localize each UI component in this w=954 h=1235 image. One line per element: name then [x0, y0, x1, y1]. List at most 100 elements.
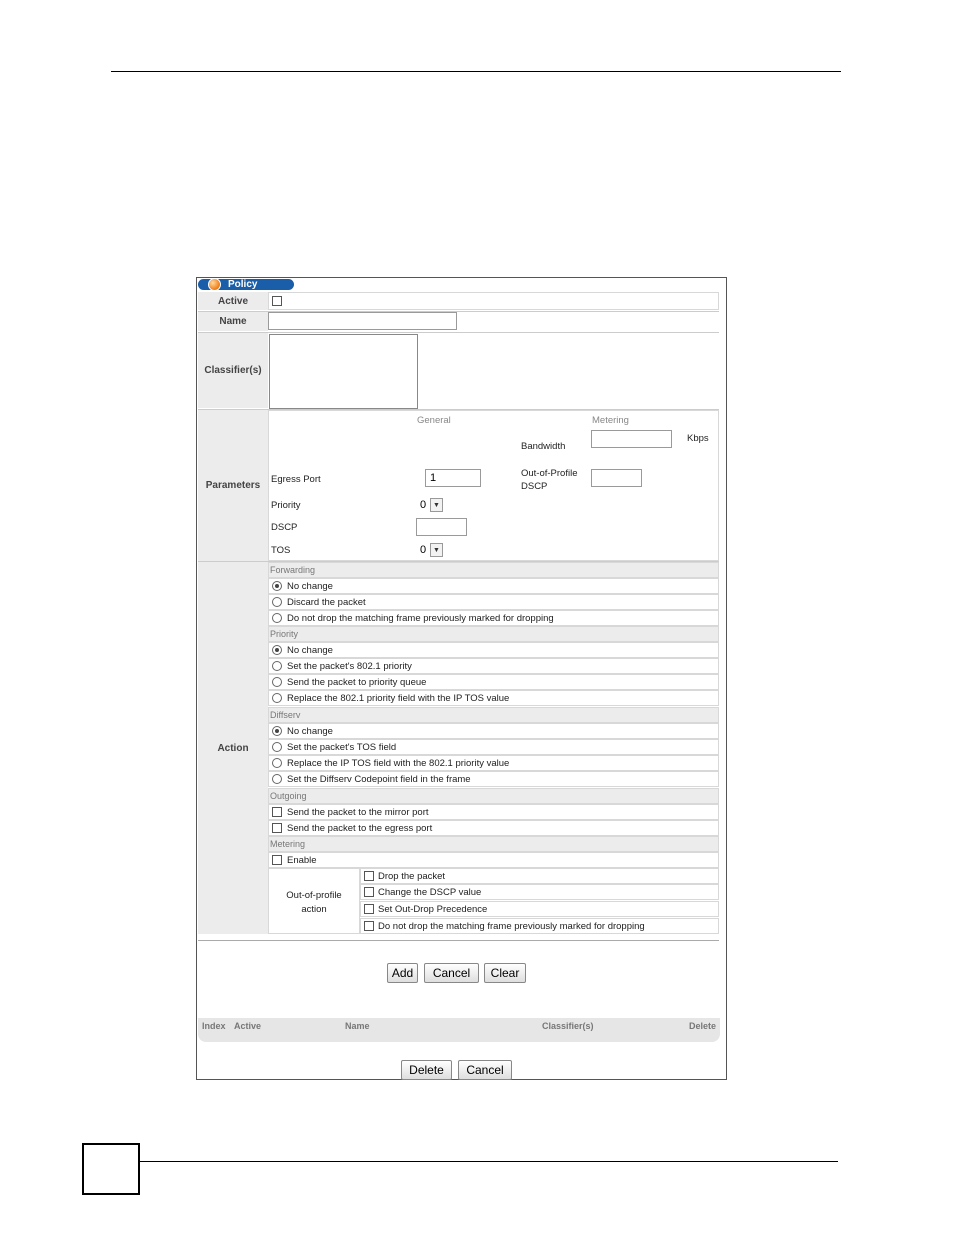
option-label: Drop the packet [378, 871, 446, 882]
option-label: Change the DSCP value [378, 887, 482, 898]
active-label: Active [198, 292, 268, 310]
page-footer-rule [140, 1161, 838, 1162]
forwarding-option-discard[interactable]: Discard the packet [268, 594, 719, 610]
policy-panel: Policy Active Name Classifier(s) Paramet… [196, 277, 727, 1080]
divider [198, 940, 719, 941]
delete-button[interactable]: Delete [401, 1060, 452, 1080]
priority-label: Priority [271, 500, 301, 511]
metering-enable-row[interactable]: Enable [268, 852, 719, 868]
oop-option-do-not-drop[interactable]: Do not drop the matching frame previousl… [360, 918, 719, 934]
orb-icon [208, 278, 221, 291]
col-index: Index [202, 1021, 226, 1031]
oop-action-label-line2: action [301, 904, 327, 915]
oop-dscp-input[interactable] [591, 469, 642, 487]
radio-icon[interactable] [272, 613, 282, 623]
priority-option-replace-tos[interactable]: Replace the 802.1 priority field with th… [268, 690, 719, 706]
egress-port-input[interactable] [425, 469, 481, 487]
diffserv-group-header: Diffserv [268, 707, 719, 723]
option-label: No change [287, 645, 333, 656]
classifiers-listbox[interactable] [269, 334, 418, 409]
diffserv-option-no-change[interactable]: No change [268, 723, 719, 739]
metering-enable-checkbox[interactable] [272, 855, 282, 865]
checkbox[interactable] [272, 807, 282, 817]
forwarding-option-do-not-drop[interactable]: Do not drop the matching frame previousl… [268, 610, 719, 626]
col-name: Name [345, 1021, 370, 1031]
option-label: Enable [287, 855, 317, 866]
bandwidth-label: Bandwidth [521, 441, 566, 452]
priority-option-set-8021[interactable]: Set the packet's 802.1 priority [268, 658, 719, 674]
priority-group-header: Priority [268, 626, 719, 642]
tos-select[interactable]: 0 ▼ [417, 542, 445, 559]
option-label: No change [287, 581, 333, 592]
tos-select-value: 0 [420, 544, 427, 556]
diffserv-option-set-codepoint[interactable]: Set the Diffserv Codepoint field in the … [268, 771, 719, 787]
col-delete: Delete [689, 1021, 717, 1031]
cancel-button[interactable]: Cancel [424, 963, 479, 983]
parameters-label: Parameters [198, 410, 268, 561]
radio-selected-icon[interactable] [272, 581, 282, 591]
option-label: Send the packet to priority queue [287, 677, 427, 688]
col-classifiers: Classifier(s) [542, 1021, 594, 1031]
radio-icon[interactable] [272, 677, 282, 687]
checkbox[interactable] [364, 887, 374, 897]
chevron-down-icon: ▼ [430, 543, 443, 557]
radio-icon[interactable] [272, 693, 282, 703]
oop-option-drop[interactable]: Drop the packet [360, 868, 719, 884]
option-label: Set the packet's TOS field [287, 742, 397, 753]
radio-selected-icon[interactable] [272, 726, 282, 736]
dscp-label: DSCP [271, 522, 298, 533]
classifiers-label: Classifier(s) [198, 333, 268, 408]
priority-select-value: 0 [420, 499, 427, 511]
oop-option-change-dscp[interactable]: Change the DSCP value [360, 884, 719, 900]
priority-select[interactable]: 0 ▼ [417, 497, 445, 514]
checkbox[interactable] [364, 904, 374, 914]
option-label: Send the packet to the egress port [287, 823, 433, 834]
radio-selected-icon[interactable] [272, 645, 282, 655]
egress-port-label: Egress Port [271, 474, 321, 485]
radio-icon[interactable] [272, 742, 282, 752]
page-header-rule [111, 71, 841, 72]
bandwidth-input[interactable] [591, 430, 672, 448]
radio-icon[interactable] [272, 597, 282, 607]
name-input[interactable] [268, 312, 457, 330]
panel-title-tab: Policy [198, 278, 294, 291]
add-button[interactable]: Add [387, 963, 418, 983]
divider [198, 332, 719, 333]
forwarding-option-no-change[interactable]: No change [268, 578, 719, 594]
general-header: General [417, 415, 451, 426]
outgoing-option-mirror[interactable]: Send the packet to the mirror port [268, 804, 719, 820]
active-checkbox[interactable] [272, 296, 282, 306]
oop-option-out-drop[interactable]: Set Out-Drop Precedence [360, 901, 719, 917]
oop-dscp-label-line1: Out-of-Profile [521, 468, 578, 479]
priority-header-label: Priority [270, 629, 299, 639]
col-active: Active [234, 1021, 262, 1031]
page-number-box [82, 1143, 140, 1195]
cancel-list-button[interactable]: Cancel [458, 1060, 512, 1080]
name-cell [268, 312, 719, 331]
option-label: Do not drop the matching frame previousl… [378, 921, 645, 932]
metering-header: Metering [592, 415, 629, 426]
oop-dscp-label-line2: DSCP [521, 481, 548, 492]
forwarding-group-header: Forwarding [268, 562, 719, 578]
option-label: Discard the packet [287, 597, 366, 608]
outgoing-option-egress[interactable]: Send the packet to the egress port [268, 820, 719, 836]
radio-icon[interactable] [272, 661, 282, 671]
option-label: Set Out-Drop Precedence [378, 904, 488, 915]
checkbox[interactable] [364, 921, 374, 931]
tos-label: TOS [271, 545, 291, 556]
clear-button[interactable]: Clear [484, 963, 526, 983]
checkbox[interactable] [272, 823, 282, 833]
option-label: Do not drop the matching frame previousl… [287, 613, 554, 624]
priority-option-queue[interactable]: Send the packet to priority queue [268, 674, 719, 690]
priority-option-no-change[interactable]: No change [268, 642, 719, 658]
dscp-input[interactable] [416, 518, 467, 536]
checkbox[interactable] [364, 871, 374, 881]
radio-icon[interactable] [272, 758, 282, 768]
option-label: Set the packet's 802.1 priority [287, 661, 412, 672]
radio-icon[interactable] [272, 774, 282, 784]
diffserv-option-set-tos[interactable]: Set the packet's TOS field [268, 739, 719, 755]
action-label: Action [198, 562, 268, 934]
name-label: Name [198, 312, 268, 331]
bandwidth-unit: Kbps [687, 433, 709, 444]
diffserv-option-replace-tos[interactable]: Replace the IP TOS field with the 802.1 … [268, 755, 719, 771]
